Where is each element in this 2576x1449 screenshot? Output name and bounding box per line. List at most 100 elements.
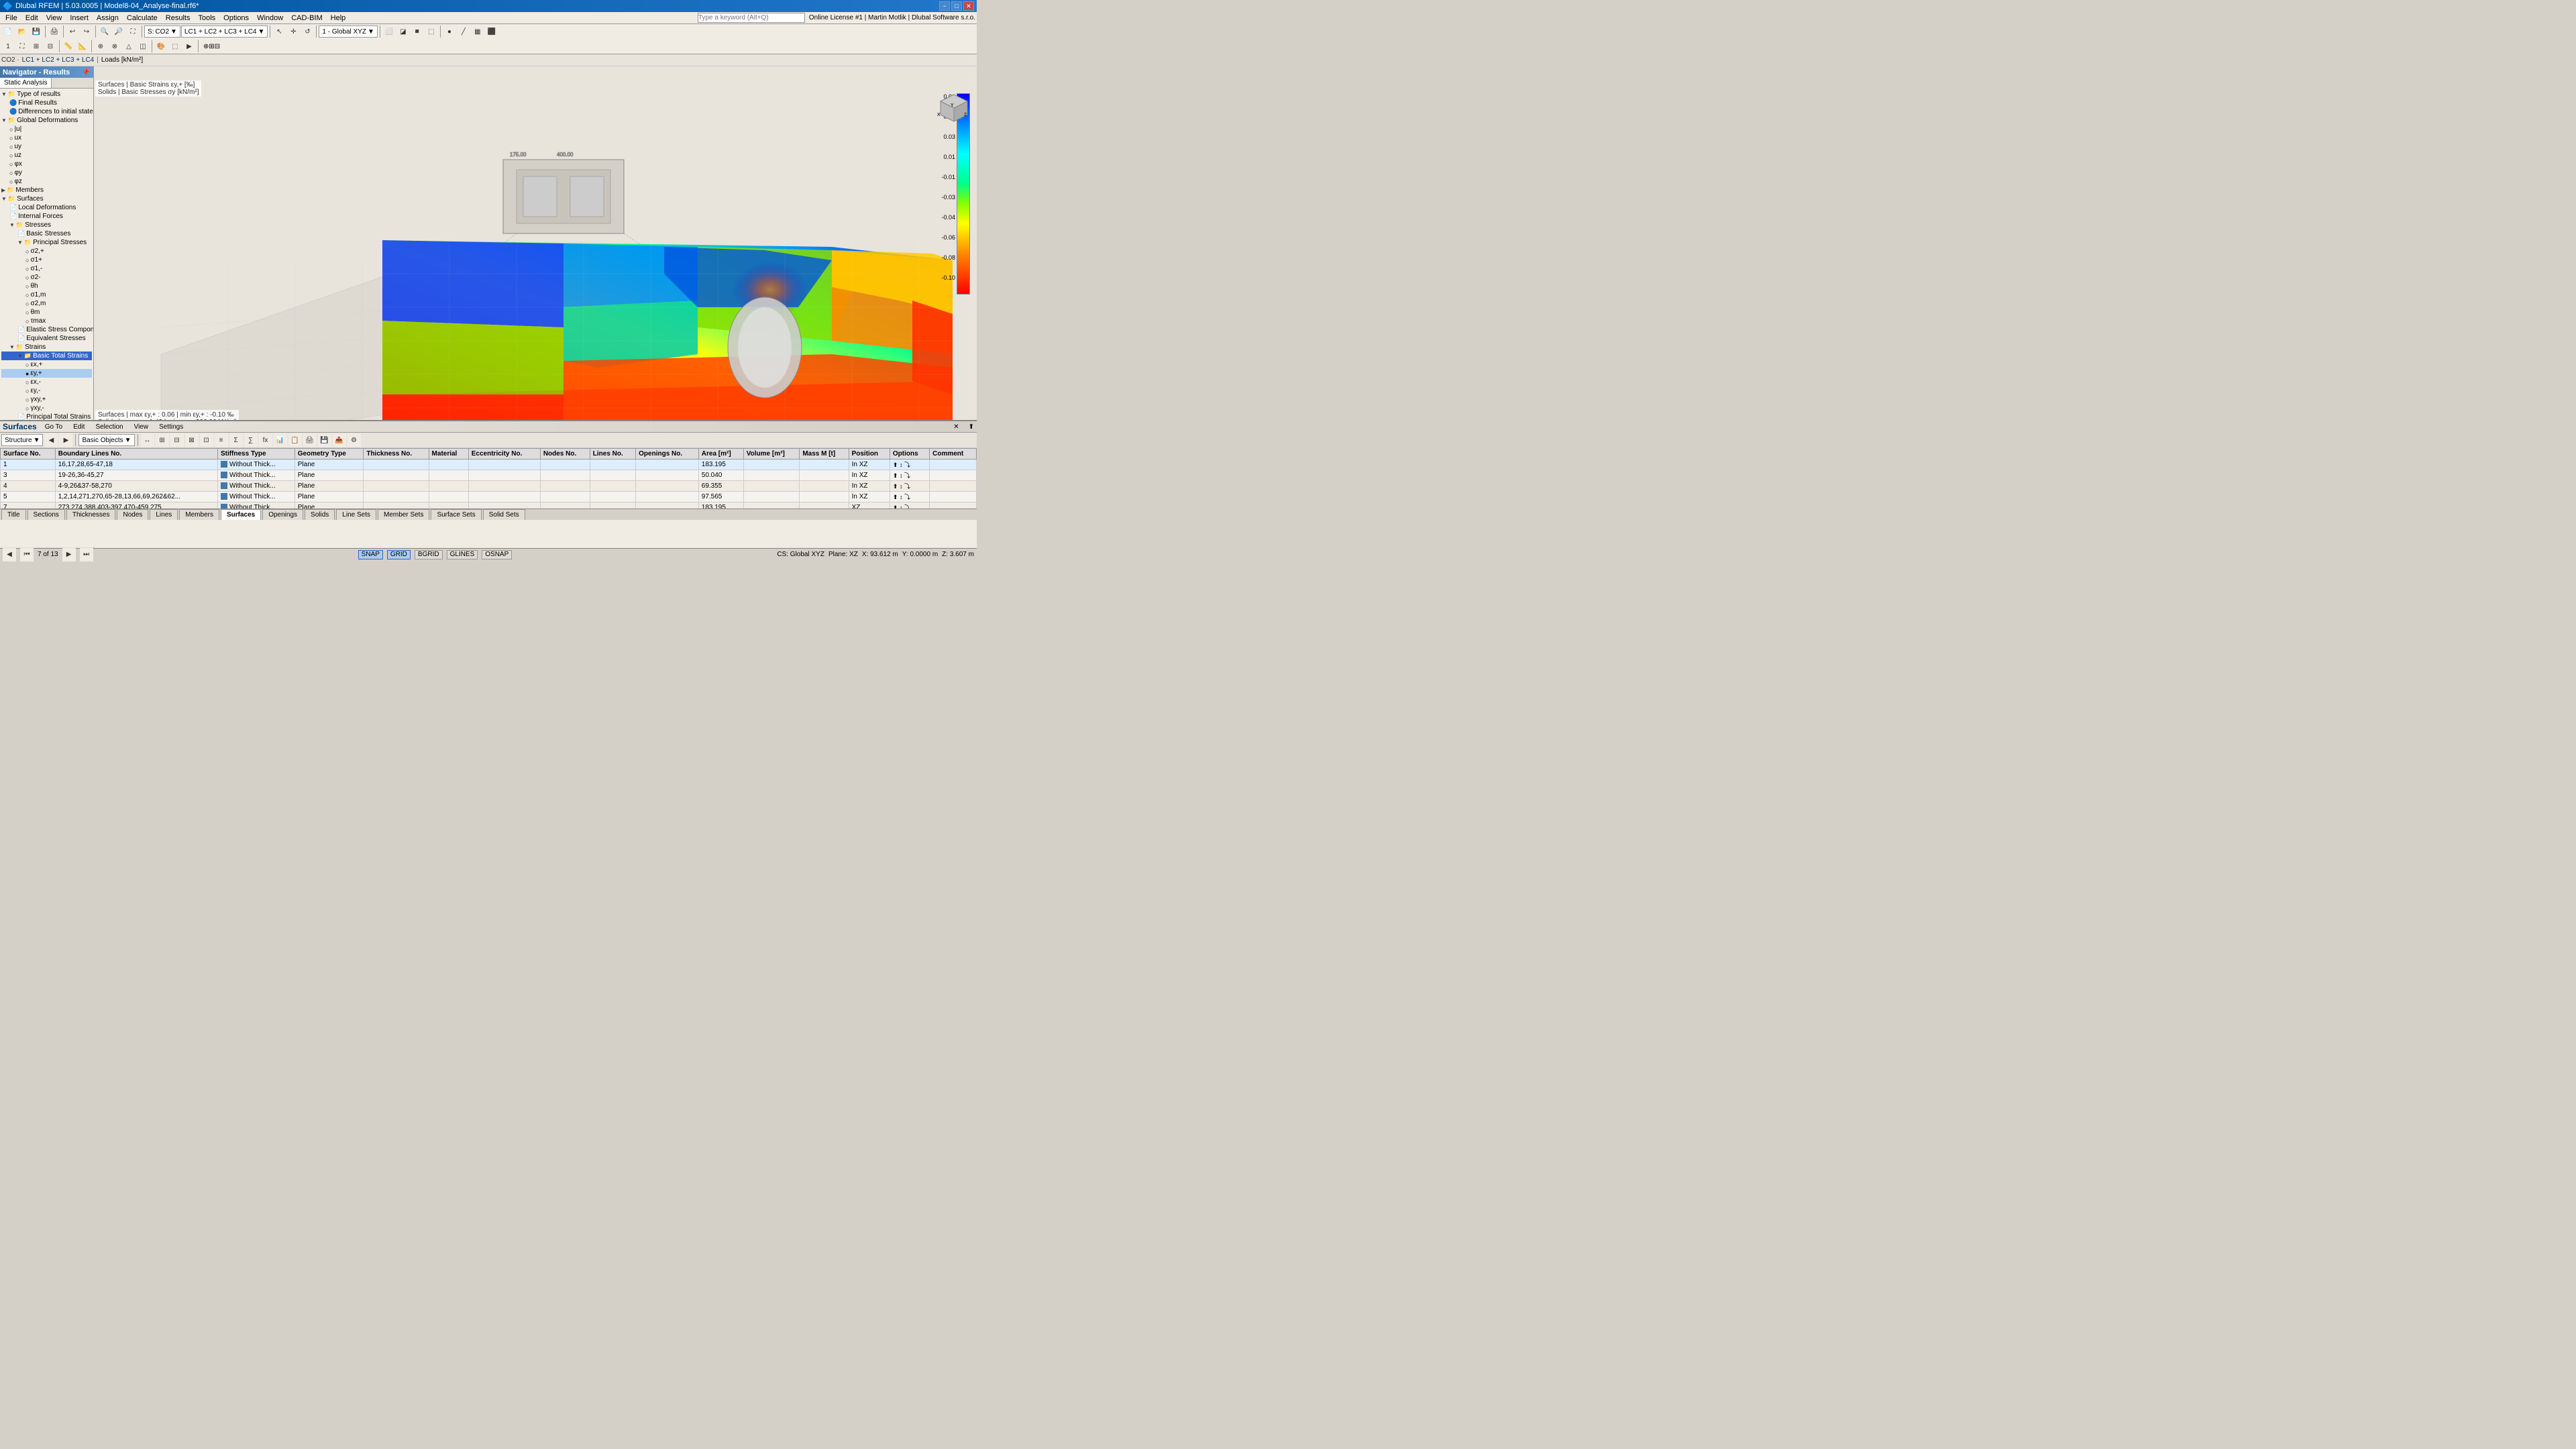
tb2-btn1[interactable]: 1 [1,40,15,53]
results-tb-next[interactable]: ▶ [59,433,72,447]
tree-sigma2plus[interactable]: ○ σ2,+ [1,247,92,256]
close-button[interactable]: ✕ [963,1,974,11]
grid-button[interactable]: GRID [387,550,411,559]
tree-internal-forces[interactable]: 📄 Internal Forces [1,212,92,221]
save-button[interactable]: 💾 [30,25,43,38]
tree-sigma1m[interactable]: ○ σ1,m [1,290,92,299]
edit-menu[interactable]: Edit [70,423,87,431]
tree-u-abs[interactable]: ○ |u| [1,125,92,133]
tb2-btn3[interactable]: ⊞ [30,40,43,53]
table-row[interactable]: 319-26,36-45,27Without Thick...Plane50.0… [1,470,977,481]
menu-assign[interactable]: Assign [93,13,123,23]
res-btn9[interactable]: fx [259,433,272,447]
tree-sigma1plus[interactable]: ○ σ1+ [1,256,92,264]
display-btn3[interactable]: ◾ [411,25,424,38]
col-area[interactable]: Area [m²] [698,449,743,460]
status-prev-btn[interactable]: ◀ [3,548,16,561]
col-options[interactable]: Options [890,449,929,460]
col-eccentricity[interactable]: Eccentricity No. [468,449,540,460]
menu-insert[interactable]: Insert [66,13,93,23]
goto-menu[interactable]: Go To [42,423,66,431]
undo-button[interactable]: ↩ [66,25,79,38]
results-table-scroll[interactable]: Surface No. Boundary Lines No. Stiffness… [0,448,977,508]
status-next-btn[interactable]: ▶ [62,548,76,561]
col-geometry[interactable]: Geometry Type [294,449,364,460]
res-btn4[interactable]: ⊠ [185,433,199,447]
panel-expand-button[interactable]: ⬆ [969,423,974,431]
tab-title[interactable]: Title [1,509,26,520]
tab-members[interactable]: Members [179,509,219,520]
res-btn10[interactable]: 📊 [274,433,287,447]
tab-sections[interactable]: Sections [28,509,65,520]
view-selector[interactable]: 1 - Global XYZ ▼ [319,25,378,38]
col-boundary-lines[interactable]: Boundary Lines No. [55,449,217,460]
res-btn1[interactable]: ↔ [141,433,154,447]
tb2-render2[interactable]: ⬚ [168,40,182,53]
tree-sigma2minus[interactable]: ○ σ2- [1,273,92,282]
col-material[interactable]: Material [429,449,468,460]
nav-tab-static[interactable]: Static Analysis [0,78,52,88]
tree-uz[interactable]: ○ uz [1,151,92,160]
menu-options[interactable]: Options [219,13,253,23]
tree-strains[interactable]: ▼ 📁 Strains [1,343,92,352]
tree-principal-stresses[interactable]: ▼ 📁 Principal Stresses [1,238,92,247]
res-btn12[interactable]: 🖨 [303,433,317,447]
res-btn8[interactable]: ∑ [244,433,258,447]
tb2-render3[interactable]: ▶ [182,40,196,53]
status-last-btn[interactable]: ⏭ [80,548,93,561]
col-surface-no[interactable]: Surface No. [1,449,56,460]
print-button[interactable]: 🖨 [48,25,61,38]
maximize-button[interactable]: □ [951,1,962,11]
co-selector[interactable]: S: CO2 ▼ [144,25,180,38]
tab-thicknesses[interactable]: Thicknesses [66,509,116,520]
res-btn15[interactable]: ⚙ [347,433,361,447]
solid-btn[interactable]: ⬛ [485,25,498,38]
col-mass[interactable]: Mass M [t] [800,449,849,460]
res-btn13[interactable]: 💾 [318,433,331,447]
snap-button[interactable]: SNAP [358,550,383,559]
navigator-pin[interactable]: 📌 [81,68,91,76]
tree-ex-plus[interactable]: ○ εx,+ [1,360,92,369]
menu-view[interactable]: View [42,13,66,23]
col-thickness[interactable]: Thickness No. [364,449,429,460]
tree-final-results[interactable]: 🔵 Final Results [1,99,92,107]
tab-lines[interactable]: Lines [150,509,178,520]
rotate-btn[interactable]: ↺ [301,25,314,38]
tb2-btn2[interactable]: ⛶ [15,40,29,53]
tb2-btn6[interactable]: 📐 [76,40,89,53]
tree-gamma-minus[interactable]: ○ γxy,- [1,404,92,413]
surface-btn[interactable]: ▦ [471,25,484,38]
tree-theta-m[interactable]: ○ θm [1,308,92,317]
lc-selector[interactable]: LC1 + LC2 + LC3 + LC4 ▼ [181,25,268,38]
zoom-fit[interactable]: ⛶ [126,25,140,38]
res-btn7[interactable]: Σ [229,433,243,447]
col-stiffness[interactable]: Stiffness Type [217,449,294,460]
select-btn[interactable]: ↖ [272,25,286,38]
col-lines-no[interactable]: Lines No. [590,449,635,460]
menu-window[interactable]: Window [253,13,287,23]
menu-help[interactable]: Help [327,13,350,23]
zoom-in[interactable]: 🔍 [98,25,111,38]
menu-cad-bim[interactable]: CAD-BIM [287,13,326,23]
res-btn2[interactable]: ⊞ [156,433,169,447]
tree-sigma2m[interactable]: ○ σ2,m [1,299,92,308]
tree-phiz[interactable]: ○ φz [1,177,92,186]
tree-ey-minus[interactable]: ○ εy,- [1,386,92,395]
move-btn[interactable]: ✛ [286,25,300,38]
tb2-btn8[interactable]: ⊗ [108,40,121,53]
display-btn1[interactable]: ⬜ [382,25,396,38]
tab-solids[interactable]: Solids [305,509,335,520]
tree-differences[interactable]: 🔵 Differences to initial state [1,107,92,116]
tree-elastic-stress[interactable]: 📄 Elastic Stress Components [1,325,92,334]
tree-phiy[interactable]: ○ φy [1,168,92,177]
tb2-btn7[interactable]: ⊕ [94,40,107,53]
tab-solid-sets[interactable]: Solid Sets [483,509,525,520]
tree-type-results[interactable]: ▼ 📁 Type of results [1,90,92,99]
res-btn3[interactable]: ⊟ [170,433,184,447]
tb2-btn10[interactable]: ◫ [136,40,150,53]
tab-surfaces[interactable]: Surfaces [221,509,261,520]
table-row[interactable]: 116,17,28,65-47,18Without Thick...Plane1… [1,460,977,470]
selection-menu[interactable]: Selection [93,423,125,431]
wireframe-btn[interactable]: ⬚ [425,25,438,38]
tree-ux[interactable]: ○ ux [1,133,92,142]
